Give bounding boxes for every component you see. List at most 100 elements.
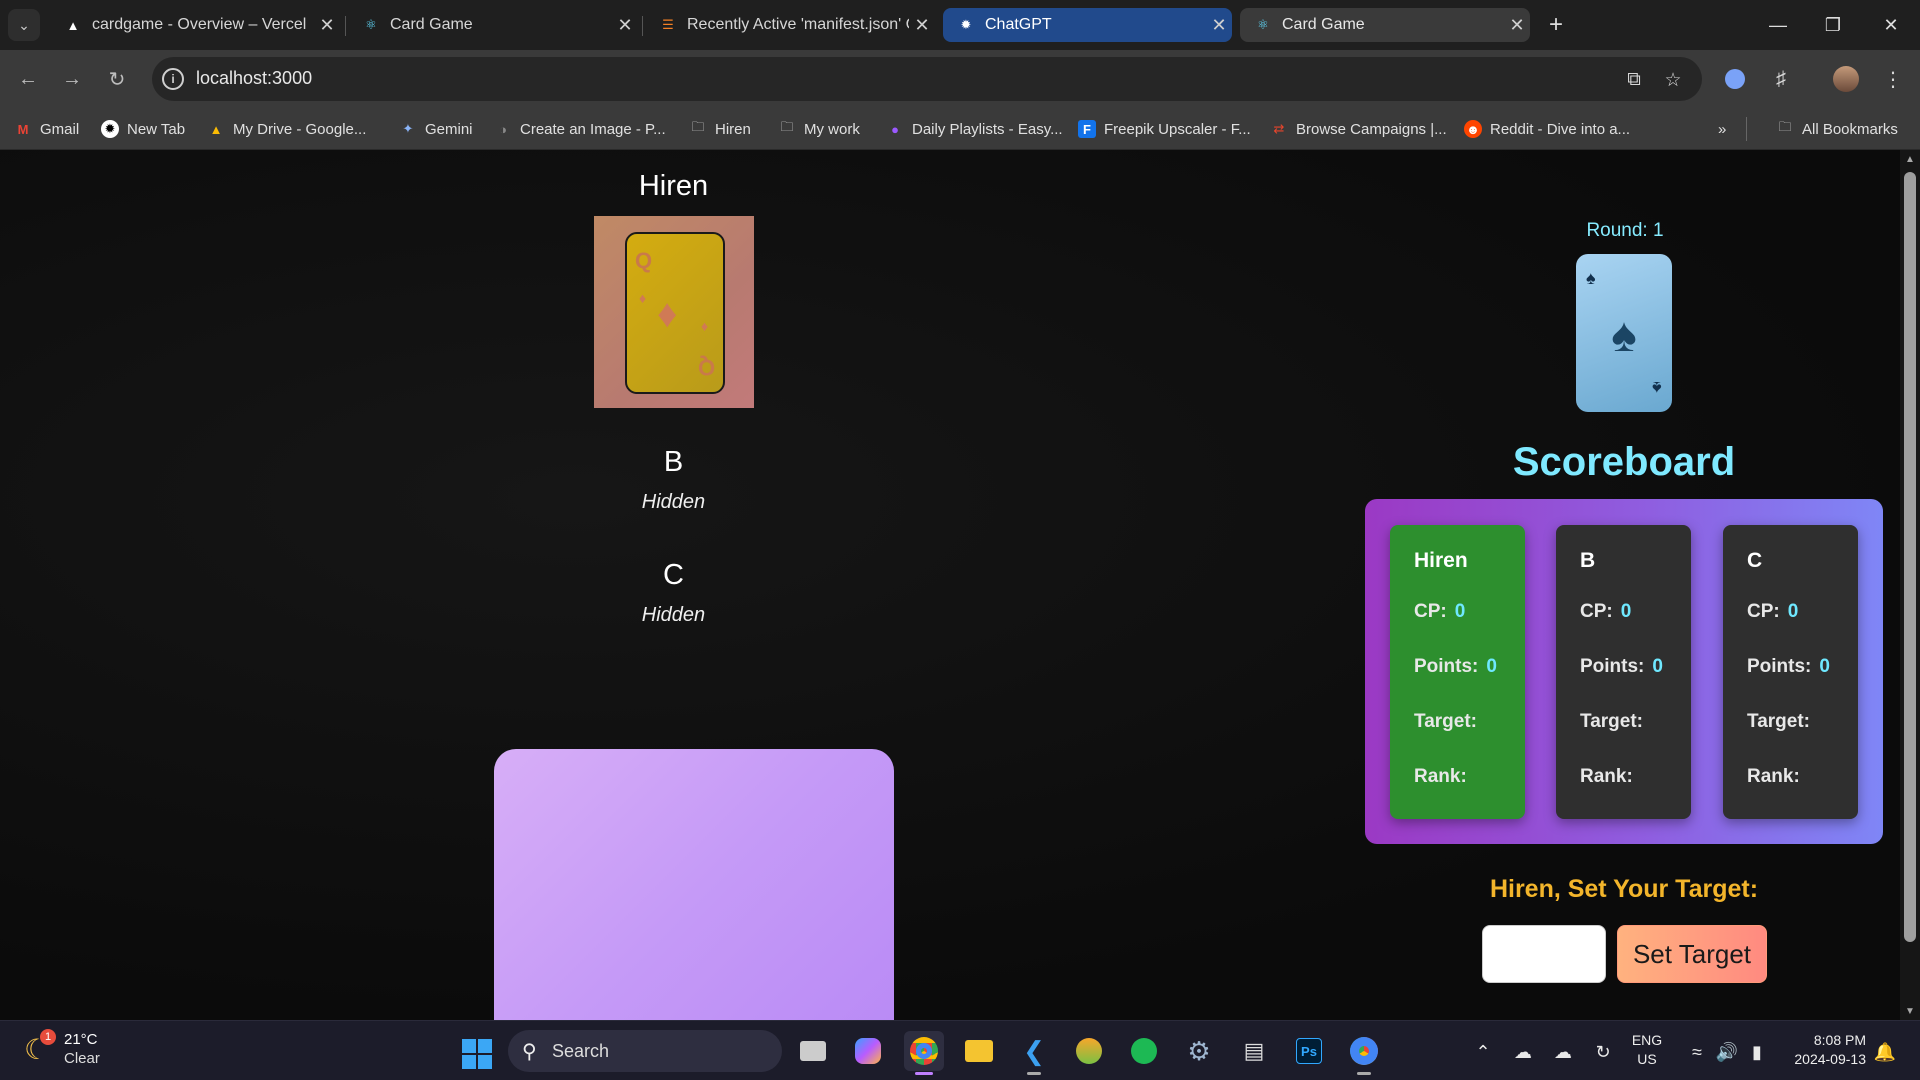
hiren-card-slot: Q ♦ ♦ ♦ Q bbox=[594, 216, 754, 408]
card-rank: Q bbox=[635, 248, 653, 273]
forward-button[interactable]: → bbox=[57, 64, 87, 94]
profile-avatar[interactable] bbox=[1830, 63, 1862, 95]
show-hidden-icons-chevron-icon[interactable]: ⌃ bbox=[1470, 1039, 1496, 1065]
extension-circle-icon[interactable] bbox=[1719, 63, 1751, 95]
tab-chatgpt[interactable]: ✹ ChatGPT ✕ bbox=[943, 8, 1232, 42]
cp-row: CP: 0 bbox=[1580, 601, 1632, 622]
bookmark-gmail[interactable]: M Gmail bbox=[14, 116, 80, 142]
bookmarks-bar: M Gmail ✹ New Tab ▲ My Drive - Google... ✦ G… bbox=[0, 108, 1920, 150]
stackoverflow-icon: ☰ bbox=[662, 17, 674, 32]
notification-bell-icon[interactable]: 🔔 bbox=[1872, 1039, 1898, 1065]
scroll-up-arrow-icon[interactable]: ▲ bbox=[1900, 150, 1920, 168]
vercel-icon: ▲ bbox=[66, 17, 80, 33]
system-clock[interactable]: 8:08 PM 2024-09-13 bbox=[1780, 1031, 1866, 1069]
chrome-taskbar-icon[interactable] bbox=[904, 1031, 944, 1075]
globe-icon: ◑ bbox=[499, 121, 507, 137]
bookmark-create-image[interactable]: ◑ Create an Image - P... bbox=[494, 116, 666, 142]
bookmark-new-tab[interactable]: ✹ New Tab bbox=[101, 116, 185, 142]
bookmark-star-icon[interactable]: ☆ bbox=[1661, 68, 1685, 92]
bookmark-folder-hiren[interactable]: 🗀 Hiren bbox=[689, 116, 750, 142]
bookmark-folder-my-work[interactable]: 🗀 My work bbox=[778, 116, 859, 142]
task-manager-icon[interactable]: ▤ bbox=[1234, 1031, 1274, 1071]
bookmark-freepik[interactable]: F Freepik Upscaler - F... bbox=[1078, 116, 1251, 142]
spade-icon: ♠ bbox=[1586, 268, 1596, 288]
target-row: Target: bbox=[1414, 711, 1477, 732]
scoreboard-title: Scoreboard bbox=[1512, 440, 1736, 484]
extensions-puzzle-icon[interactable]: ♯ bbox=[1765, 63, 1797, 95]
target-input[interactable] bbox=[1482, 925, 1606, 983]
game-page: Hiren Q ♦ ♦ ♦ Q B Hidden C Hidden Round:… bbox=[0, 150, 1920, 1020]
bookmark-gemini[interactable]: ✦ Gemini bbox=[399, 116, 473, 142]
notification-badge: 1 bbox=[40, 1029, 56, 1045]
minimize-button[interactable]: — bbox=[1753, 8, 1803, 42]
tab-card-game-active[interactable]: ⚛ Card Game ✕ bbox=[1240, 8, 1530, 42]
points-row: Points: 0 bbox=[1580, 656, 1663, 677]
close-tab-icon[interactable]: ✕ bbox=[612, 15, 638, 36]
reload-button[interactable]: ↻ bbox=[102, 64, 132, 94]
bookmark-reddit[interactable]: ☻ Reddit - Dive into a... bbox=[1464, 116, 1630, 142]
taskbar-search[interactable]: ⚲ Search bbox=[508, 1030, 782, 1072]
onedrive-cloud-icon[interactable]: ☁ bbox=[1510, 1039, 1536, 1065]
scoreboard-column-b: B CP: 0 Points: 0 Target: Rank: bbox=[1556, 525, 1691, 819]
copilot-icon[interactable] bbox=[848, 1031, 888, 1071]
scoreboard-column-c: C CP: 0 Points: 0 Target: Rank: bbox=[1723, 525, 1858, 819]
windows-taskbar: ☾ 1 21°C Clear ⚲ Search ❮ ⚙ ▤ Ps ⌃ ☁ ☁ ↻… bbox=[0, 1020, 1920, 1080]
queen-of-diamonds-card[interactable]: Q ♦ ♦ ♦ Q bbox=[625, 232, 725, 394]
close-tab-icon[interactable]: ✕ bbox=[1504, 15, 1530, 36]
close-tab-icon[interactable]: ✕ bbox=[1206, 15, 1232, 36]
card-hidden-label: Hidden bbox=[641, 604, 706, 626]
all-bookmarks-button[interactable]: 🗀 All Bookmarks bbox=[1776, 116, 1897, 142]
onedrive-sync-icon[interactable]: ☁ bbox=[1550, 1039, 1576, 1065]
chatgpt-icon: ✹ bbox=[960, 17, 972, 32]
wifi-icon[interactable]: ≈ bbox=[1684, 1039, 1710, 1065]
bookmark-campaigns[interactable]: ⇄ Browse Campaigns |... bbox=[1270, 116, 1447, 142]
tab-card-game-1[interactable]: ⚛ Card Game ✕ bbox=[348, 8, 638, 42]
set-target-button[interactable]: Set Target bbox=[1617, 925, 1767, 983]
vscode-icon[interactable]: ❮ bbox=[1014, 1031, 1054, 1075]
settings-gear-icon[interactable]: ⚙ bbox=[1179, 1031, 1219, 1071]
scoreboard: Hiren CP: 0 Points: 0 Target: Rank: B CP: 0… bbox=[1365, 499, 1883, 844]
tab-search-button[interactable]: ⌄ bbox=[8, 9, 40, 41]
open-in-new-icon[interactable]: ⧉ bbox=[1622, 68, 1646, 92]
reddit-icon: ☻ bbox=[1464, 120, 1482, 138]
volume-icon[interactable]: 🔊 bbox=[1714, 1039, 1740, 1065]
player-name: C bbox=[663, 559, 684, 591]
back-button[interactable]: ← bbox=[13, 64, 43, 94]
close-window-button[interactable]: ✕ bbox=[1866, 8, 1916, 42]
spotify-icon[interactable] bbox=[1124, 1031, 1164, 1071]
scrollbar-thumb[interactable] bbox=[1904, 172, 1916, 942]
sync-icon[interactable]: ↻ bbox=[1590, 1039, 1616, 1065]
photoshop-icon[interactable]: Ps bbox=[1289, 1031, 1329, 1071]
folder-icon: 🗀 bbox=[780, 119, 794, 134]
more-bookmarks-chevron-icon[interactable]: » bbox=[1718, 116, 1726, 142]
browser-menu-icon[interactable]: ⋮ bbox=[1877, 63, 1909, 95]
site-info-icon[interactable]: i bbox=[162, 68, 184, 90]
task-view-icon[interactable] bbox=[793, 1031, 833, 1071]
chrome-profile-taskbar-icon[interactable] bbox=[1344, 1031, 1384, 1075]
close-tab-icon[interactable]: ✕ bbox=[909, 15, 935, 36]
language-indicator[interactable]: ENG US bbox=[1622, 1031, 1672, 1069]
points-row: Points: 0 bbox=[1414, 656, 1497, 677]
page-scrollbar[interactable]: ▲ ▼ bbox=[1900, 150, 1920, 1020]
scroll-down-arrow-icon[interactable]: ▼ bbox=[1900, 1002, 1920, 1020]
bookmark-daily-playlists[interactable]: ● Daily Playlists - Easy... bbox=[886, 116, 1063, 142]
scoreboard-player-name: C bbox=[1747, 549, 1763, 572]
diamond-icon: ♦ bbox=[701, 318, 709, 334]
freepik-icon: F bbox=[1078, 120, 1096, 138]
tab-stackoverflow[interactable]: ☰ Recently Active 'manifest.json' C ✕ bbox=[645, 8, 935, 42]
restore-button[interactable]: ❐ bbox=[1808, 8, 1858, 42]
campaign-icon: ⇄ bbox=[1273, 121, 1285, 136]
search-icon: ⚲ bbox=[522, 1041, 537, 1063]
address-bar[interactable]: i localhost:3000 ⧉ ☆ bbox=[152, 57, 1702, 101]
trump-spade-card: ♠ ♠ ♠ bbox=[1576, 254, 1672, 412]
hand-card-area[interactable] bbox=[494, 749, 894, 1020]
bookmark-drive[interactable]: ▲ My Drive - Google... bbox=[207, 116, 367, 142]
cp-row: CP: 0 bbox=[1414, 601, 1466, 622]
fl-studio-icon[interactable] bbox=[1069, 1031, 1109, 1071]
new-tab-button[interactable]: + bbox=[1541, 10, 1571, 40]
tab-vercel[interactable]: ▲ cardgame - Overview – Vercel ✕ bbox=[50, 8, 340, 42]
start-button[interactable] bbox=[462, 1039, 492, 1069]
file-explorer-icon[interactable] bbox=[959, 1031, 999, 1071]
close-tab-icon[interactable]: ✕ bbox=[314, 15, 340, 36]
battery-icon[interactable]: ▮ bbox=[1744, 1039, 1770, 1065]
